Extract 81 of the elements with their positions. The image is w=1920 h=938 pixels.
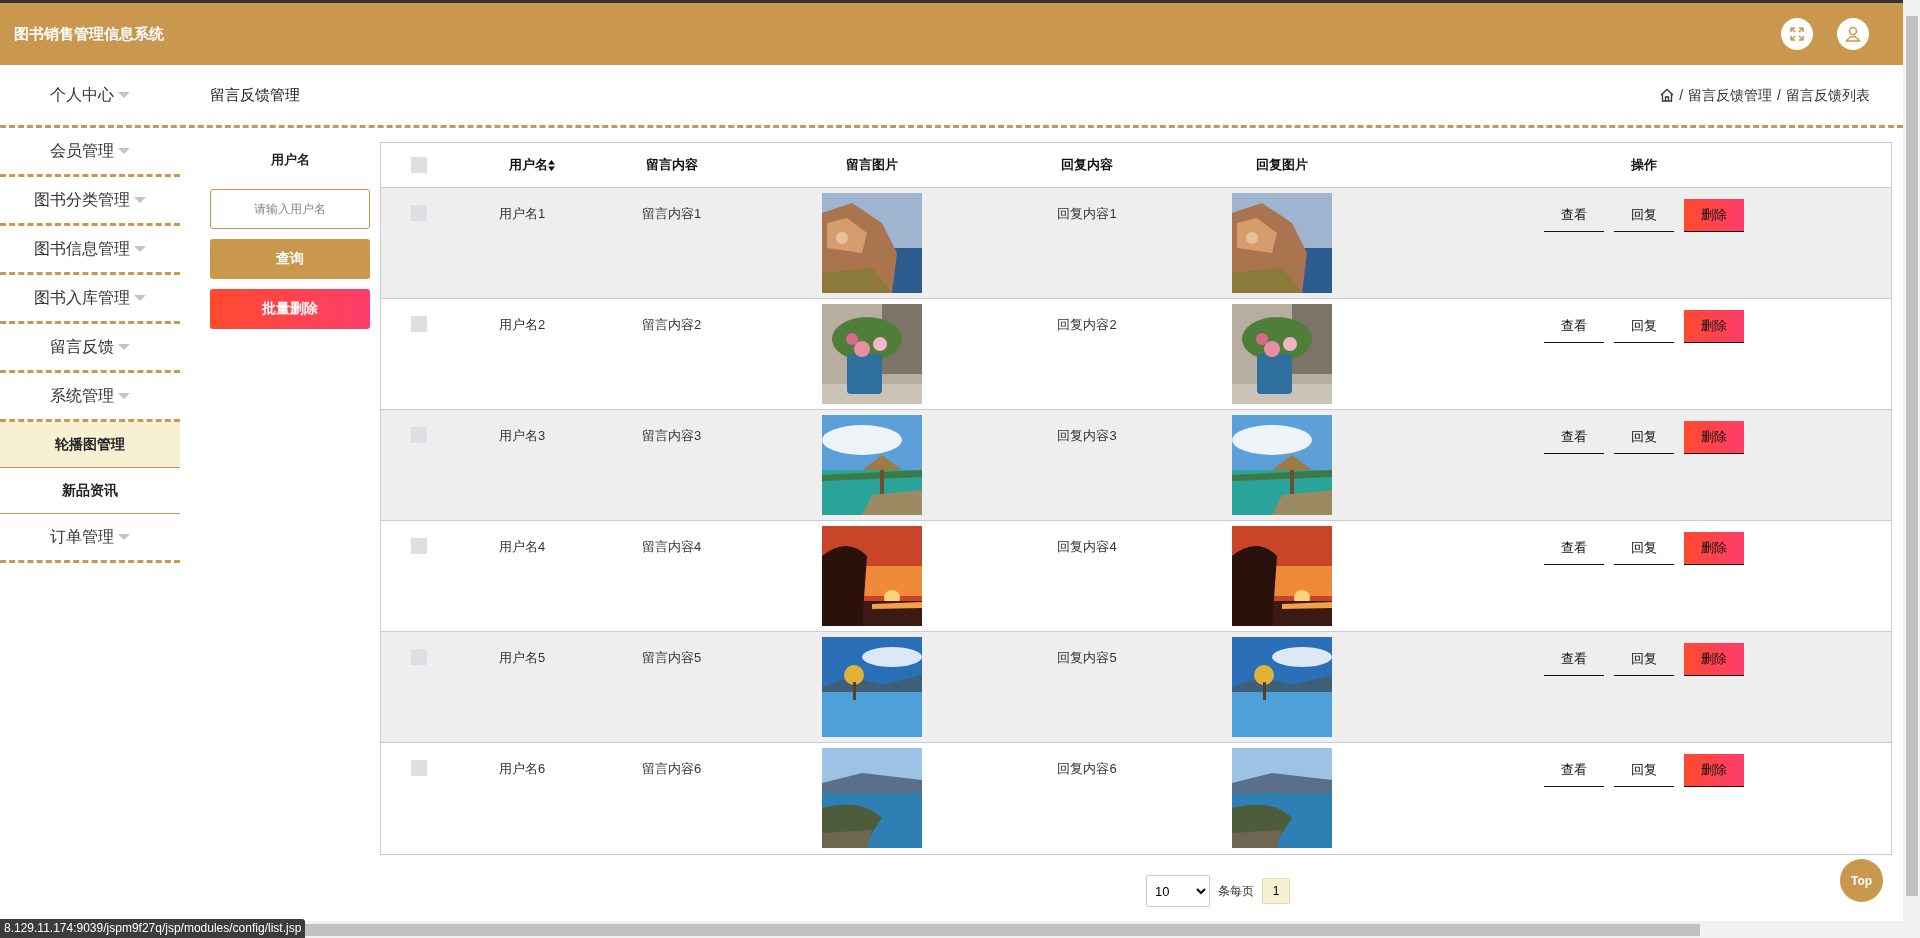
delete-button[interactable]: 删除 — [1684, 421, 1744, 454]
caret-icon — [118, 91, 130, 99]
reply-button[interactable]: 回复 — [1614, 643, 1674, 676]
table-cell: 留言内容4 — [642, 539, 702, 554]
table-cell-text: 回复内容5 — [1057, 649, 1117, 667]
checkbox[interactable] — [411, 316, 427, 332]
app-title: 图书销售管理信息系统 — [14, 23, 164, 44]
menu-item[interactable]: 图书入库管理 — [34, 286, 146, 310]
checkbox[interactable] — [411, 157, 427, 173]
checkbox[interactable] — [411, 538, 427, 554]
table-cell: 留言内容3 — [642, 428, 702, 443]
table-cell: 用户名5 — [499, 650, 546, 665]
reply-button[interactable]: 回复 — [1614, 310, 1674, 343]
username-field[interactable]: 请输入用户名 — [210, 188, 370, 229]
table-cell: 留言内容6 — [642, 761, 702, 776]
reply-button[interactable]: 回复 — [1614, 532, 1674, 565]
delete-button[interactable]: 删除 — [1684, 754, 1744, 787]
home-icon[interactable] — [1660, 88, 1675, 102]
submenu-item[interactable]: 轮播图管理 — [0, 422, 180, 468]
column-header: 留言图片 — [846, 156, 898, 175]
caret-icon — [118, 392, 130, 400]
table-cell: 留言内容2 — [642, 317, 702, 332]
table-cell-text: 回复内容3 — [1057, 427, 1117, 445]
menu-item[interactable]: 会员管理 — [50, 139, 130, 163]
user-icon[interactable] — [1837, 18, 1869, 50]
table-cell-text: 回复内容2 — [1057, 316, 1117, 334]
table-cell: 用户名1 — [499, 206, 546, 221]
view-button[interactable]: 查看 — [1544, 532, 1604, 565]
column-header: 操作 — [1631, 156, 1657, 175]
reply-button[interactable]: 回复 — [1614, 754, 1674, 787]
table-cell: 用户名3 — [499, 428, 546, 443]
page-size-select[interactable]: 10 — [1146, 875, 1210, 907]
reply-button[interactable]: 回复 — [1614, 421, 1674, 454]
caret-icon — [118, 533, 130, 541]
table-cell-text: 回复内容6 — [1057, 760, 1117, 778]
page-button[interactable]: 1 — [1262, 878, 1290, 904]
caret-icon — [134, 196, 146, 204]
view-button[interactable]: 查看 — [1544, 643, 1604, 676]
vertical-scrollbar[interactable] — [1903, 0, 1920, 938]
menu-item[interactable]: 留言反馈 — [50, 335, 130, 359]
page-title: 留言反馈管理 — [210, 84, 300, 105]
table-cell: 留言内容5 — [642, 650, 702, 665]
menu-item[interactable]: 系统管理 — [50, 384, 130, 408]
view-button[interactable]: 查看 — [1544, 199, 1604, 232]
table-cell: 用户名6 — [499, 761, 546, 776]
view-button[interactable]: 查看 — [1544, 310, 1604, 343]
breadcrumb-item[interactable]: 留言反馈列表 — [1786, 84, 1870, 106]
column-header: 留言内容 — [646, 156, 698, 175]
caret-icon — [118, 343, 130, 351]
view-button[interactable]: 查看 — [1544, 754, 1604, 787]
column-header: 回复内容 — [1061, 156, 1113, 175]
table-cell: 用户名2 — [499, 317, 546, 332]
menu-item[interactable]: 图书分类管理 — [34, 188, 146, 212]
horizontal-scrollbar[interactable] — [305, 921, 1903, 938]
column-header: 回复图片 — [1256, 156, 1308, 175]
delete-button[interactable]: 删除 — [1684, 199, 1744, 232]
table-cell: 留言内容1 — [642, 206, 702, 221]
page-size-label: 条每页 — [1218, 883, 1254, 900]
caret-icon — [118, 147, 130, 155]
menu-item[interactable]: 个人中心 — [50, 83, 130, 107]
caret-icon — [134, 294, 146, 302]
breadcrumb-separator: / — [1777, 85, 1781, 105]
menu-item[interactable]: 订单管理 — [50, 525, 130, 549]
table-cell-text: 回复内容4 — [1057, 538, 1117, 556]
fullscreen-icon[interactable] — [1781, 18, 1813, 50]
checkbox[interactable] — [411, 760, 427, 776]
field-label: 用户名 — [270, 151, 310, 169]
table-cell-text: 回复内容1 — [1057, 205, 1117, 223]
delete-button[interactable]: 删除 — [1684, 643, 1744, 676]
view-button[interactable]: 查看 — [1544, 421, 1604, 454]
column-header[interactable]: 用户名 — [509, 155, 548, 175]
sort-icon[interactable] — [548, 159, 555, 171]
delete-button[interactable]: 删除 — [1684, 310, 1744, 343]
table-cell: 用户名4 — [499, 539, 546, 554]
reply-button[interactable]: 回复 — [1614, 199, 1674, 232]
delete-button[interactable]: 删除 — [1684, 532, 1744, 565]
menu-item[interactable]: 图书信息管理 — [34, 237, 146, 261]
caret-icon — [134, 245, 146, 253]
status-url: 8.129.11.174:9039/jspm9f27q/jsp/modules/config/list.jsp — [0, 919, 306, 938]
breadcrumb-separator: / — [1679, 85, 1684, 105]
breadcrumb-item[interactable]: 留言反馈管理 — [1688, 84, 1773, 106]
